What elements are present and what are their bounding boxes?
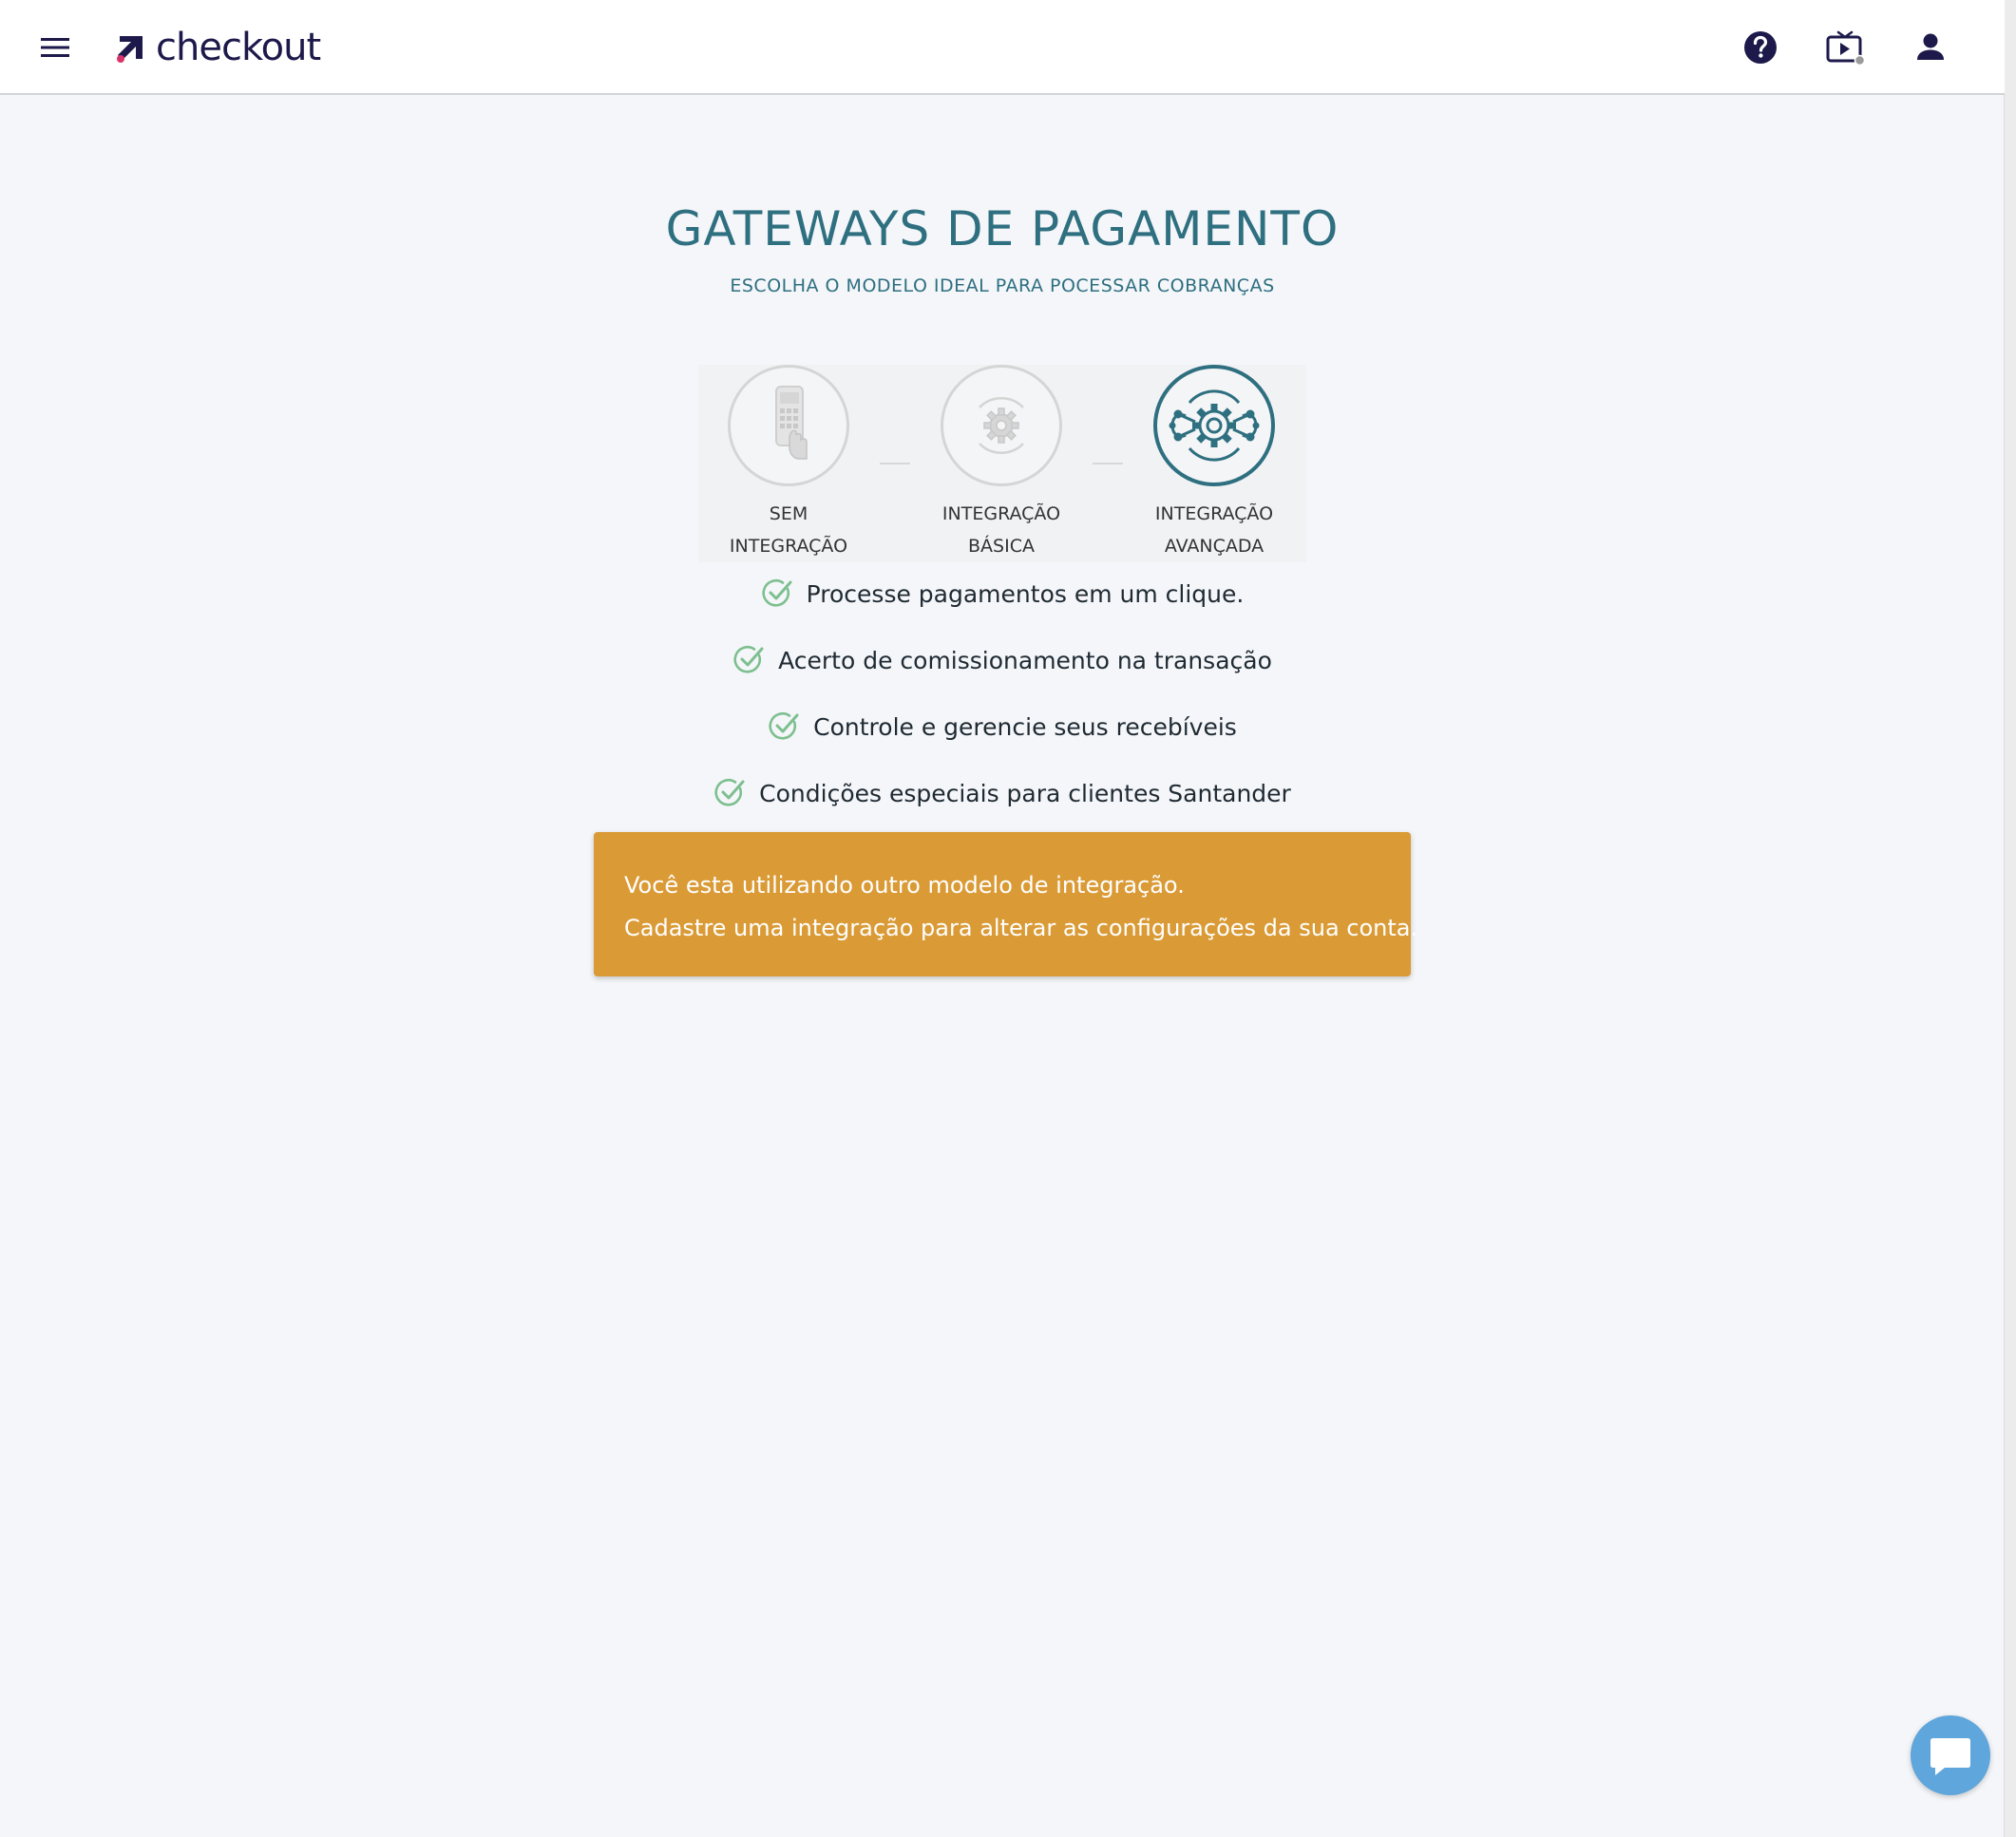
logo-text: checkout: [156, 26, 321, 69]
scrollbar[interactable]: [2004, 0, 2016, 1837]
check-circle-icon: [733, 646, 764, 673]
user-icon: [1917, 33, 1944, 60]
step-connector: [1093, 463, 1123, 464]
step-sem-integracao[interactable]: SEM INTEGRAÇÃO: [717, 365, 860, 562]
page-title: GATEWAYS DE PAGAMENTO: [665, 201, 1340, 256]
page-subtitle: ESCOLHA O MODELO IDEAL PARA POCESSAR COB…: [730, 275, 1275, 296]
alert-line-2: Cadastre uma integração para alterar as …: [624, 915, 1418, 941]
integration-warning-alert: Você esta utilizando outro modelo de int…: [594, 832, 1418, 976]
feature-text: Acerto de comissionamento na transação: [778, 646, 1272, 674]
card-machine-icon: [775, 386, 808, 460]
help-icon: [1744, 31, 1777, 64]
brand-logo[interactable]: checkout: [112, 19, 321, 76]
chat-button[interactable]: [1911, 1715, 1990, 1795]
step-label: INTEGRAÇÃO AVANÇADA: [1154, 503, 1274, 557]
gear-icon: [979, 397, 1024, 454]
menu-button[interactable]: [36, 28, 74, 66]
feature-list: Processe pagamentos em um clique. Acerto…: [0, 560, 2005, 826]
top-bar: checkout: [0, 0, 2005, 95]
feature-item: Controle e gerencie seus recebíveis: [0, 693, 2005, 760]
step-integracao-avancada[interactable]: INTEGRAÇÃO AVANÇADA: [1143, 365, 1285, 562]
network-gear-icon: [1169, 389, 1260, 462]
step-circle: [1153, 365, 1275, 486]
help-button[interactable]: [1738, 25, 1783, 70]
feature-text: Controle e gerencie seus recebíveis: [813, 712, 1237, 741]
check-circle-icon: [762, 579, 792, 607]
feature-text: Processe pagamentos em um clique.: [806, 579, 1245, 608]
integration-stepper: SEM INTEGRAÇÃO INTEGRAÇÃO BÁSICA INTEGRA…: [698, 365, 1306, 562]
check-circle-icon: [714, 779, 745, 806]
step-connector: [880, 463, 910, 464]
tv-play-icon: [1826, 30, 1866, 66]
step-integracao-basica[interactable]: INTEGRAÇÃO BÁSICA: [930, 365, 1073, 562]
menu-icon: [41, 38, 69, 57]
tutorial-button[interactable]: [1822, 25, 1868, 70]
alert-line-1: Você esta utilizando outro modelo de int…: [624, 872, 1185, 899]
account-button[interactable]: [1908, 25, 1953, 70]
chat-bubble-icon: [1930, 1738, 1970, 1775]
feature-item: Condições especiais para clientes Santan…: [0, 760, 2005, 826]
check-circle-icon: [769, 712, 799, 740]
step-label: INTEGRAÇÃO BÁSICA: [941, 503, 1061, 557]
step-circle: [728, 365, 849, 486]
logo-arrow-icon: [117, 36, 143, 63]
step-label: SEM INTEGRAÇÃO: [729, 503, 848, 557]
step-circle: [941, 365, 1062, 486]
feature-text: Condições especiais para clientes Santan…: [759, 779, 1291, 807]
feature-item: Processe pagamentos em um clique.: [0, 560, 2005, 627]
feature-item: Acerto de comissionamento na transação: [0, 627, 2005, 693]
